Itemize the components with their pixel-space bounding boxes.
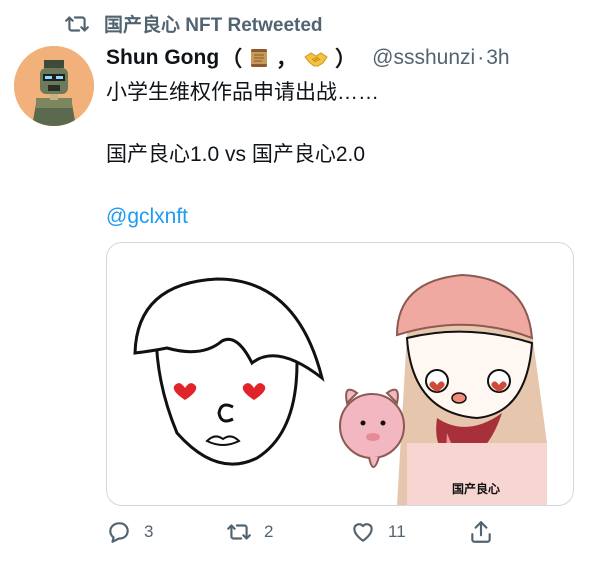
tweet-text-line-2: 国产良心1.0 vs 国产良心2.0	[106, 143, 366, 166]
name-paren-close: ）	[335, 48, 357, 71]
mention-link[interactable]: @gclxnft	[106, 205, 188, 228]
scroll-emoji-icon	[248, 47, 270, 69]
reply-icon	[109, 522, 129, 543]
name-paren-open: （	[221, 48, 243, 71]
reply-count: 3	[144, 522, 154, 541]
meta-separator: ·	[477, 46, 485, 69]
media-caption: 国产良心	[452, 481, 500, 496]
heart-icon	[353, 523, 373, 542]
share-button[interactable]	[468, 519, 494, 545]
retweet-banner[interactable]: 国产良心 NFT Retweeted	[64, 10, 323, 37]
retweet-button[interactable]: 2	[226, 519, 273, 545]
author-handle[interactable]: @ssshunzi	[372, 46, 475, 70]
tweet-actions-bar: 3 2 11	[106, 514, 506, 550]
tweet-text: 小学生维权作品申请出战…… 国产良心1.0 vs 国产良心2.0 @gclxnf…	[106, 78, 580, 232]
name-comma: ，	[276, 48, 298, 71]
retweet-action-icon	[227, 524, 251, 540]
tweet-header: Shun Gong （ ， ） @ssshunzi · 3h	[106, 40, 580, 76]
tweet-timestamp[interactable]: 3h	[486, 46, 509, 70]
tweet-media-image[interactable]: 国产良心	[106, 242, 574, 506]
retweet-count: 2	[264, 522, 274, 541]
retweet-banner-text[interactable]: 国产良心 NFT Retweeted	[104, 10, 323, 37]
meme-illustration: 国产良心	[133, 273, 547, 505]
reply-button[interactable]: 3	[106, 519, 153, 545]
tweet-content: Shun Gong （ ， ） @ssshunzi · 3h 小学生维权作品申请…	[106, 40, 580, 264]
avatar[interactable]	[14, 46, 94, 126]
like-count: 11	[388, 522, 406, 541]
tweet-text-line-1: 小学生维权作品申请出战……	[106, 81, 379, 104]
share-icon	[471, 521, 491, 543]
handshake-emoji-icon	[303, 47, 329, 69]
like-button[interactable]: 11	[350, 519, 406, 545]
author-display-name[interactable]: Shun Gong	[106, 46, 219, 70]
avatar-robot-image	[14, 46, 94, 126]
retweet-icon	[65, 15, 89, 32]
